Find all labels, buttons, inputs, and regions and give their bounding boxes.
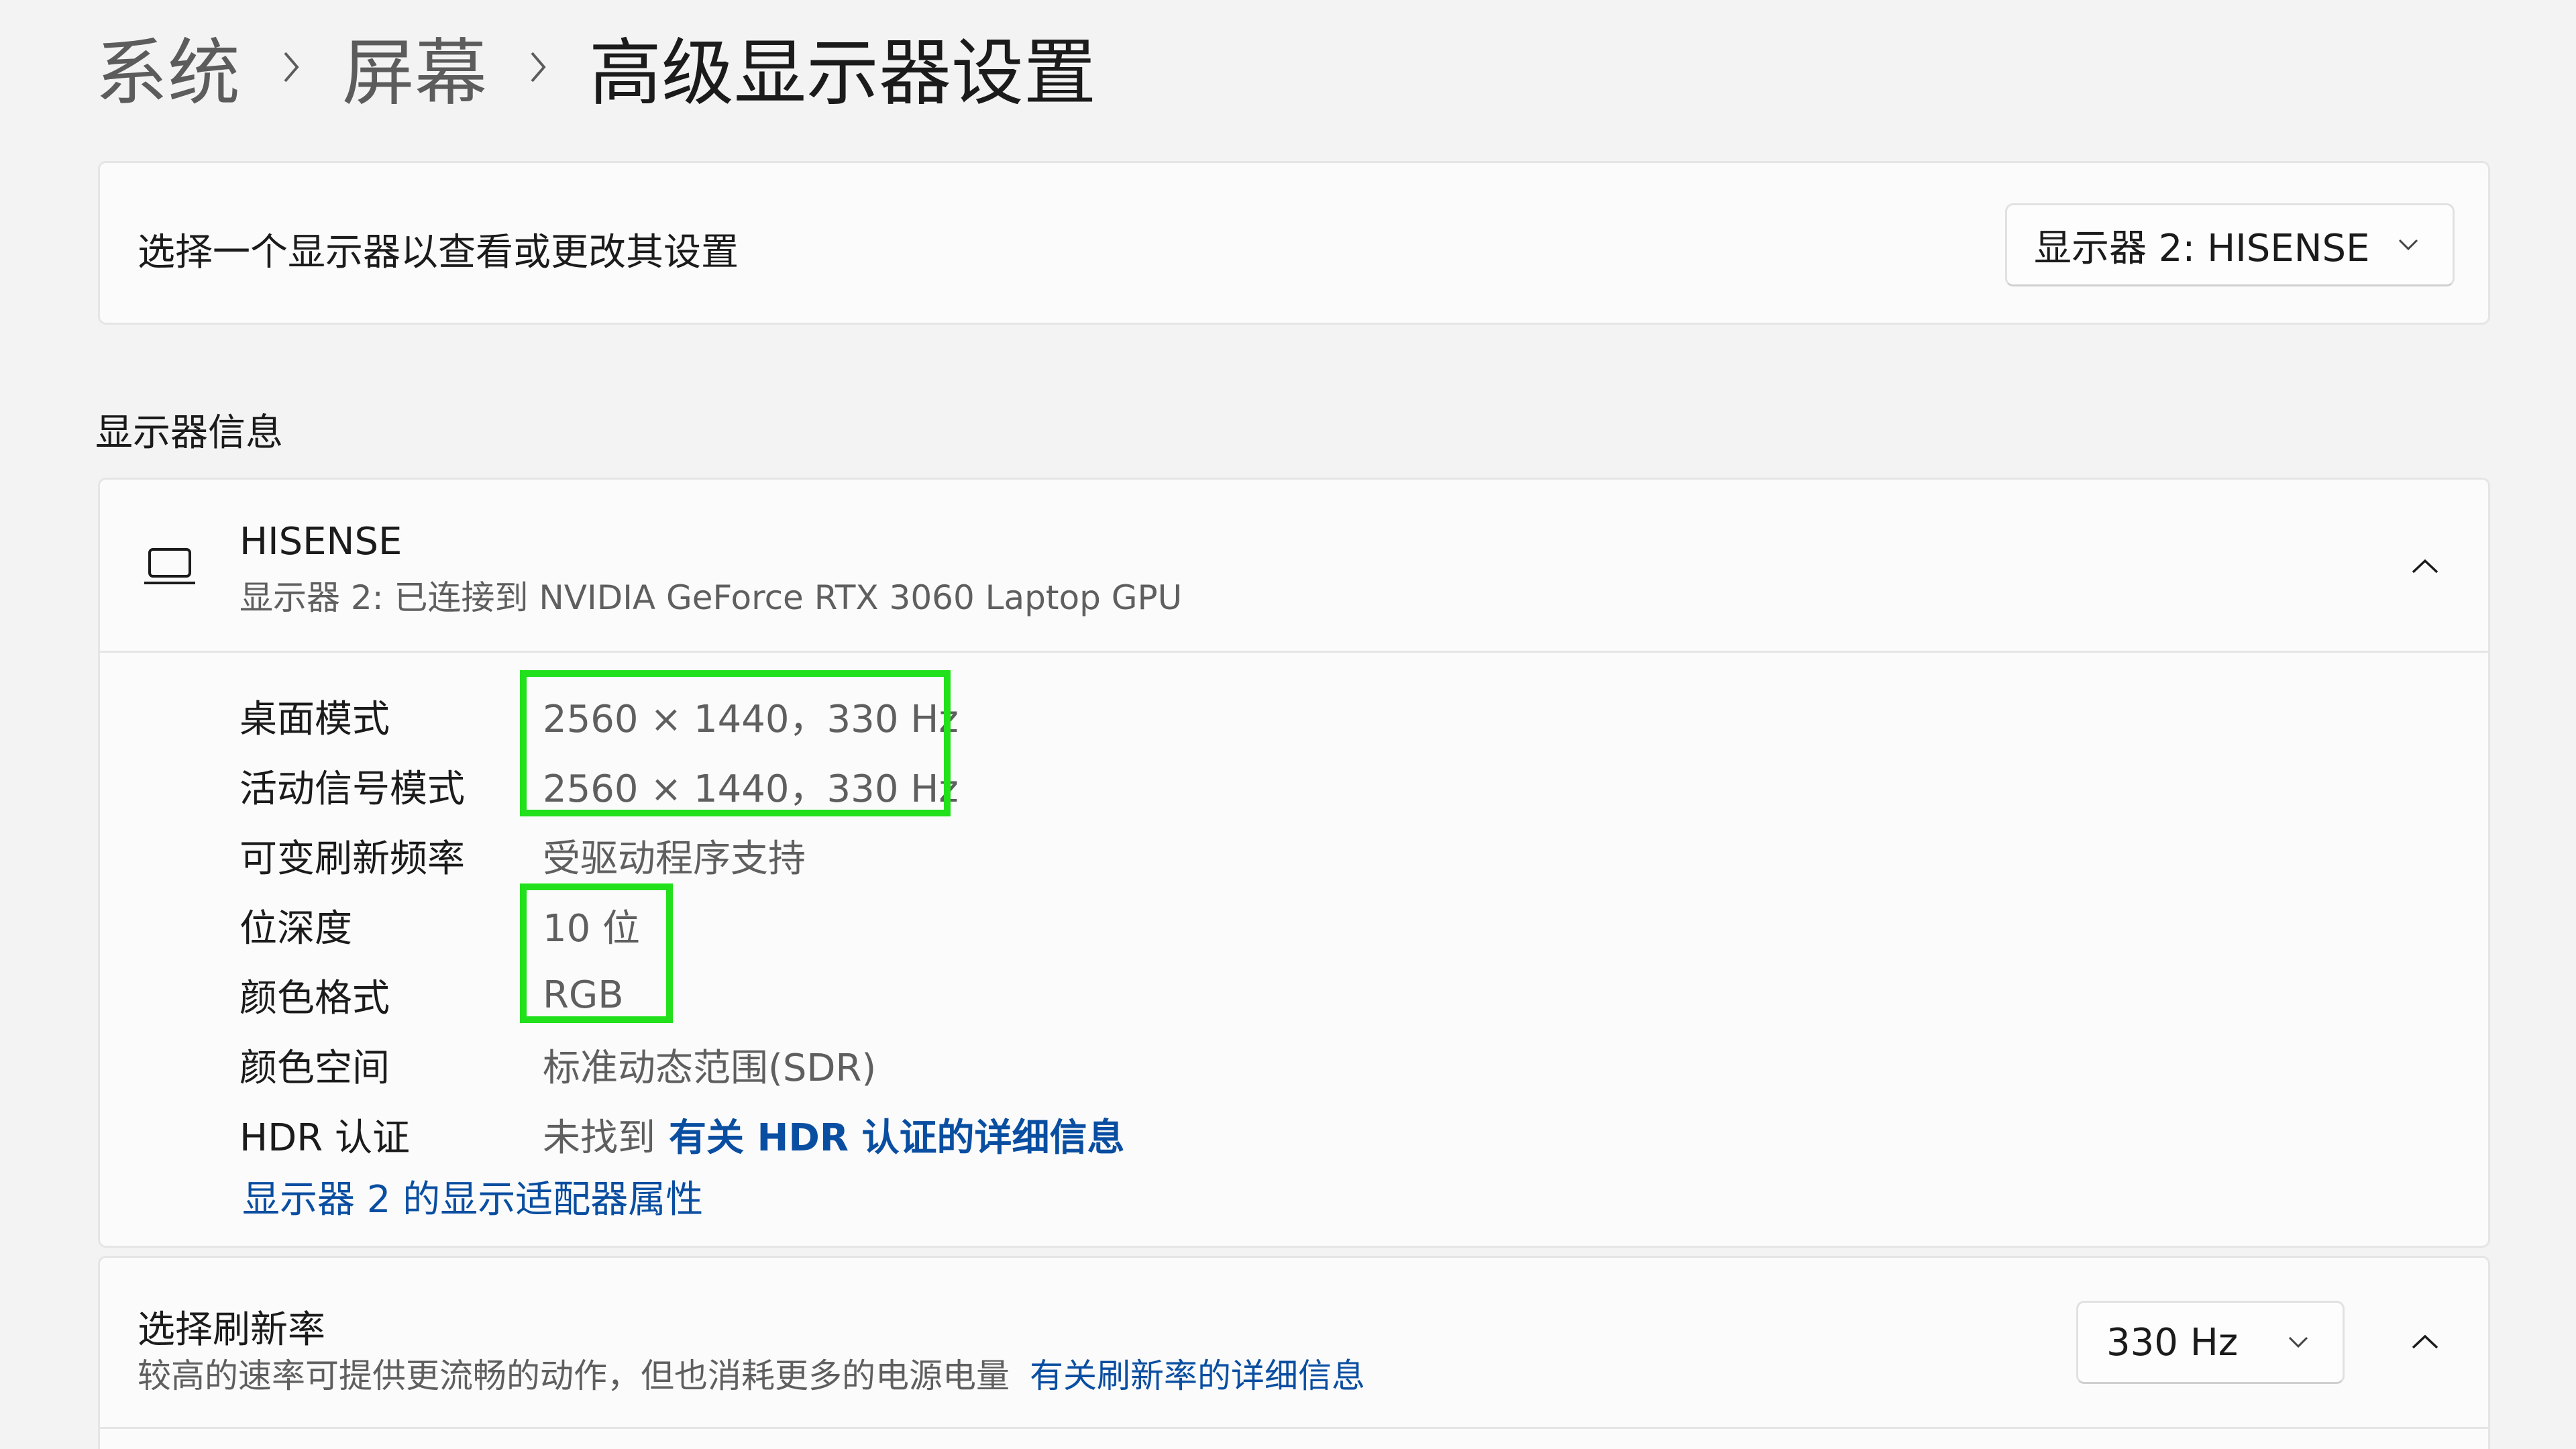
- chevron-up-icon[interactable]: [2410, 557, 2440, 575]
- refresh-rate-description: 较高的速率可提供更流畅的动作，但也消耗更多的电源电量 有关刷新率的详细信息: [138, 1349, 1365, 1397]
- spec-value: 受驱动程序支持: [543, 837, 806, 881]
- refresh-rate-dropdown[interactable]: 330 Hz: [2076, 1301, 2345, 1384]
- spec-row-color-format: 颜色格式 RGB: [239, 961, 624, 1028]
- chevron-down-icon: [2398, 239, 2418, 251]
- breadcrumb-display[interactable]: 屏幕: [342, 15, 487, 119]
- advanced-display-settings-page: 系统 屏幕 高级显示器设置 选择一个显示器以查看或更改其设置 显示器 2: HI…: [0, 0, 2576, 1449]
- monitor-dropdown[interactable]: 显示器 2: HISENSE: [2005, 203, 2455, 286]
- spec-value: 2560 × 1440，330 Hz: [543, 767, 959, 811]
- display-info-header[interactable]: HISENSE 显示器 2: 已连接到 NVIDIA GeForce RTX 3…: [100, 480, 2488, 653]
- display-adapter-properties-link[interactable]: 显示器 2 的显示适配器属性: [242, 1169, 703, 1224]
- spec-label: 活动信号模式: [239, 767, 465, 811]
- spec-value: 2560 × 1440，330 Hz: [543, 697, 959, 741]
- spec-label: 可变刷新频率: [239, 837, 465, 881]
- spec-row-desktop-mode: 桌面模式 2560 × 1440，330 Hz: [239, 682, 959, 749]
- chevron-right-icon: [487, 34, 589, 101]
- refresh-rate-description-text: 较高的速率可提供更流畅的动作，但也消耗更多的电源电量: [138, 1356, 1010, 1395]
- page-title: 高级显示器设置: [589, 32, 1097, 115]
- spec-value: RGB: [543, 973, 624, 1017]
- spec-value: 标准动态范围(SDR): [543, 1046, 877, 1090]
- spec-row-bit-depth: 位深度 10 位: [239, 892, 640, 959]
- display-info-card: HISENSE 显示器 2: 已连接到 NVIDIA GeForce RTX 3…: [98, 478, 2490, 1248]
- spec-row-active-signal-mode: 活动信号模式 2560 × 1440，330 Hz: [239, 752, 959, 819]
- chevron-right-icon: [240, 34, 342, 101]
- spec-row-variable-refresh: 可变刷新频率 受驱动程序支持: [239, 822, 806, 889]
- refresh-rate-title: 选择刷新率: [138, 1308, 325, 1352]
- spec-value: 未找到: [543, 1116, 655, 1160]
- card-divider: [100, 1427, 2488, 1429]
- spec-value: 10 位: [543, 906, 641, 951]
- refresh-rate-info-link[interactable]: 有关刷新率的详细信息: [1030, 1356, 1365, 1395]
- monitor-select-prompt: 选择一个显示器以查看或更改其设置: [138, 231, 739, 274]
- breadcrumb-system[interactable]: 系统: [95, 15, 240, 119]
- laptop-icon: [144, 548, 195, 584]
- spec-label: HDR 认证: [239, 1116, 410, 1160]
- breadcrumb: 系统 屏幕 高级显示器设置: [95, 13, 1096, 121]
- spec-label: 桌面模式: [239, 697, 390, 741]
- spec-label: 颜色空间: [239, 1046, 390, 1090]
- spec-row-color-space: 颜色空间 标准动态范围(SDR): [239, 1031, 876, 1098]
- chevron-down-icon: [2288, 1336, 2308, 1348]
- chevron-up-icon[interactable]: [2410, 1333, 2440, 1350]
- display-name: HISENSE: [239, 520, 402, 564]
- display-connection: 显示器 2: 已连接到 NVIDIA GeForce RTX 3060 Lapt…: [239, 578, 1183, 617]
- refresh-rate-dropdown-value: 330 Hz: [2106, 1320, 2239, 1364]
- refresh-rate-card: 选择刷新率 较高的速率可提供更流畅的动作，但也消耗更多的电源电量 有关刷新率的详细…: [98, 1256, 2490, 1449]
- spec-label: 位深度: [239, 906, 352, 951]
- display-info-section-title: 显示器信息: [95, 411, 283, 455]
- hdr-certification-link[interactable]: 有关 HDR 认证的详细信息: [669, 1108, 1124, 1162]
- monitor-dropdown-value: 显示器 2: HISENSE: [2034, 226, 2370, 270]
- spec-row-hdr-certification: HDR 认证 未找到 有关 HDR 认证的详细信息: [239, 1101, 1124, 1168]
- monitor-select-card: 选择一个显示器以查看或更改其设置 显示器 2: HISENSE: [98, 161, 2490, 325]
- spec-label: 颜色格式: [239, 976, 390, 1020]
